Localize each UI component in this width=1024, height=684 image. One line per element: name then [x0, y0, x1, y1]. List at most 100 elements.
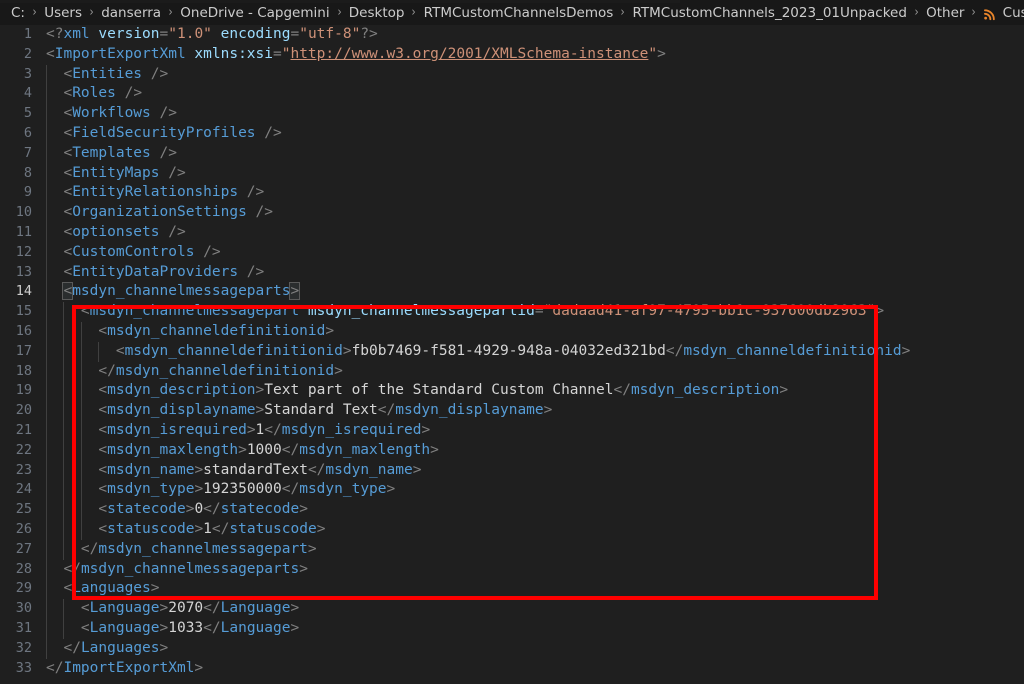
code-editor[interactable]: 1 <?xml version="1.0" encoding="utf-8"?> 2…: [0, 25, 1024, 684]
code-line[interactable]: 7 <Templates />: [0, 143, 1024, 164]
code-text: <Language>1033</Language>: [46, 618, 1024, 639]
code-token-punct: =: [159, 26, 169, 42]
code-text: <msdyn_channeldefinitionid>: [46, 321, 1024, 342]
code-line[interactable]: 3 <Entities />: [0, 64, 1024, 85]
code-token-tag: statecode: [107, 501, 186, 518]
breadcrumb-item[interactable]: danserra: [100, 5, 162, 21]
code-token-tag: msdyn_maxlength: [107, 441, 239, 458]
code-line[interactable]: 26 <statuscode>1</statuscode>: [0, 519, 1024, 540]
indent-guide: [80, 321, 82, 342]
titlebar-strip: [0, 0, 680, 3]
code-line[interactable]: 4 <Roles />: [0, 84, 1024, 105]
code-line[interactable]: 10 <OrganizationSettings />: [0, 203, 1024, 223]
code-line[interactable]: 8 <EntityMaps />: [0, 163, 1024, 184]
code-line[interactable]: 2 <ImportExportXml xmlns:xsi= "http://www.…: [0, 45, 1024, 65]
code-line[interactable]: 29 <Languages>: [0, 579, 1024, 600]
code-token-tag: CustomControls: [72, 243, 195, 260]
code-token-punct: >: [290, 600, 300, 617]
indent-guide: [46, 480, 47, 501]
line-number: 1: [23, 26, 32, 42]
breadcrumb-separator: ›: [411, 5, 417, 20]
code-text: <msdyn_channelmessagepart msdyn_channelm…: [46, 302, 1024, 322]
breadcrumb-item[interactable]: Desktop: [348, 5, 406, 21]
code-line[interactable]: 18 </msdyn_channeldefinitionid>: [0, 361, 1024, 382]
indent-guide: [46, 420, 47, 441]
line-number: 33: [15, 659, 32, 676]
code-token-punct: </: [46, 659, 64, 676]
indent-guide: [80, 440, 82, 461]
code-line[interactable]: 1 <?xml version="1.0" encoding="utf-8"?>: [0, 25, 1024, 45]
code-token-punct: <: [98, 441, 108, 458]
indent-guide: [46, 440, 47, 461]
code-text: <Roles />: [46, 84, 1024, 105]
code-line[interactable]: 14 <msdyn_channelmessageparts>: [0, 282, 1024, 303]
code-line[interactable]: 20 <msdyn_displayname>Standard Text</msd…: [0, 401, 1024, 421]
code-token-text: 0: [194, 501, 204, 518]
code-line[interactable]: 23 <msdyn_name>standardText</msdyn_name>: [0, 460, 1024, 481]
code-token-punct: <: [63, 223, 73, 240]
breadcrumb-item[interactable]: OneDrive - Capgemini: [179, 5, 330, 21]
code-token-tag: FieldSecurityProfiles: [72, 124, 256, 141]
code-token-tag: msdyn_channelmessagepart: [98, 540, 308, 557]
code-text: <msdyn_isrequired>1</msdyn_isrequired>: [46, 420, 1024, 441]
code-token-tag: msdyn_description: [630, 382, 780, 399]
line-number: 27: [15, 540, 32, 557]
code-line[interactable]: 16 <msdyn_channeldefinitionid>: [0, 321, 1024, 342]
code-line[interactable]: 31 <Language>1033</Language>: [0, 618, 1024, 639]
breadcrumb-item[interactable]: RTMCustomChannels_2023_01Unpacked: [632, 5, 908, 21]
breadcrumb-item[interactable]: C:: [10, 5, 26, 21]
indent-guide: [63, 361, 65, 382]
code-token-text: standardText: [203, 461, 308, 478]
breadcrumb-item[interactable]: RTMCustomChannelsDemos: [423, 5, 615, 21]
code-line[interactable]: 19 <msdyn_description>Text part of the S…: [0, 381, 1024, 402]
code-token-punct: >: [246, 421, 256, 438]
code-line[interactable]: 6 <FieldSecurityProfiles />: [0, 123, 1024, 144]
code-token-tag: msdyn_channeldefinitionid: [124, 342, 343, 359]
code-line[interactable]: 30 <Language>2070</Language>: [0, 599, 1024, 619]
code-line[interactable]: 33 </ImportExportXml>: [0, 659, 1024, 679]
code-line[interactable]: 5 <Workflows />: [0, 104, 1024, 124]
code-text: <Entities />: [46, 64, 1024, 85]
code-token-punct: >: [421, 421, 431, 438]
indent-guide: [63, 420, 65, 441]
code-line[interactable]: 15 <msdyn_channelmessagepart msdyn_chann…: [0, 302, 1024, 322]
breadcrumb-item[interactable]: Customizations.xml: [1002, 5, 1024, 21]
indent-guide: [46, 222, 47, 243]
code-line[interactable]: 21 <msdyn_isrequired>1</msdyn_isrequired…: [0, 420, 1024, 441]
indent-guide: [63, 381, 65, 402]
url-link[interactable]: http://www.w3.org/2001/XMLSchema-instanc…: [290, 46, 648, 62]
indent-guide: [63, 618, 65, 639]
code-line[interactable]: 17 <msdyn_channeldefinitionid>fb0b7469-f…: [0, 341, 1024, 362]
line-number: 31: [15, 619, 32, 636]
breadcrumb-item[interactable]: Other: [925, 5, 965, 21]
code-token-punct: </: [63, 560, 81, 577]
code-token-punct: <: [63, 144, 73, 161]
indent-guide: [80, 401, 82, 421]
code-line[interactable]: 28 </msdyn_channelmessageparts>: [0, 559, 1024, 580]
code-token-tag: msdyn_channelmessageparts: [72, 283, 291, 300]
breadcrumb-separator: ›: [914, 5, 919, 20]
code-token-punct: />: [115, 85, 143, 102]
code-line[interactable]: 22 <msdyn_maxlength>1000</msdyn_maxlengt…: [0, 440, 1024, 461]
code-token-punct: >: [657, 45, 666, 62]
indent-guide: [46, 460, 47, 481]
breadcrumb-item[interactable]: Users: [43, 5, 83, 21]
code-token-punct: />: [238, 184, 265, 201]
code-token-text: 1: [255, 421, 265, 438]
code-line[interactable]: 11 <optionsets />: [0, 222, 1024, 243]
line-number: 24: [15, 481, 32, 498]
code-line[interactable]: 32 </Languages>: [0, 638, 1024, 659]
code-line[interactable]: 12 <CustomControls />: [0, 242, 1024, 263]
code-token-tag: msdyn_description: [107, 382, 256, 399]
breadcrumb[interactable]: C: › Users › danserra › OneDrive - Capgemini › D…: [0, 0, 1024, 25]
code-line[interactable]: 27 </msdyn_channelmessagepart>: [0, 539, 1024, 560]
code-token-punct: >: [430, 441, 439, 458]
code-token-punct: <?: [46, 26, 64, 42]
code-token-punct: >: [159, 600, 169, 617]
code-line[interactable]: 13 <EntityDataProviders />: [0, 262, 1024, 283]
code-line[interactable]: 24 <msdyn_type>192350000</msdyn_type>: [0, 480, 1024, 501]
code-line[interactable]: 25 <statecode>0</statecode>: [0, 500, 1024, 520]
code-line[interactable]: 9 <EntityRelationships />: [0, 183, 1024, 204]
code-text: <Templates />: [46, 143, 1024, 164]
